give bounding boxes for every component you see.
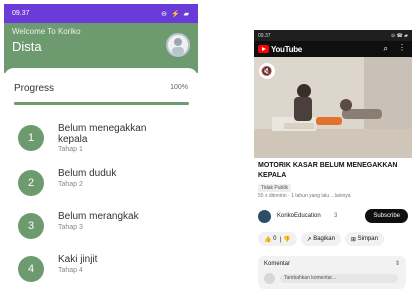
channel-avatar[interactable] bbox=[258, 210, 271, 223]
youtube-screen: 09.37 ⊖ ☎ ▰ YouTube ⌕ ⋮ 🔇 MOTORIK KASAR … bbox=[254, 30, 412, 289]
progress-sheet: Progress 100% 1 Belum menegakkan kepala … bbox=[4, 68, 198, 289]
progress-percent: 100% bbox=[170, 84, 188, 91]
video-title: MOTORIK KASAR BELUM MENEGAKKAN KEPALA bbox=[258, 162, 398, 179]
step-number: 3 bbox=[18, 213, 44, 239]
search-icon[interactable]: ⌕ bbox=[384, 44, 388, 54]
youtube-logo[interactable]: YouTube bbox=[258, 45, 302, 54]
comment-input[interactable]: Tambahkan komentar... bbox=[280, 274, 398, 283]
subscriber-count: 3 bbox=[334, 213, 338, 219]
more-vert-icon[interactable]: ⋮ bbox=[398, 43, 406, 52]
app-header: Welcome To Koriko Dista bbox=[4, 23, 198, 73]
step-item[interactable]: 1 Belum menegakkan kepala Tahap 1 bbox=[18, 123, 193, 159]
status-time: 09.37 bbox=[258, 32, 271, 39]
status-bar: 09.37 ⊖ ⚡ ▰ bbox=[4, 4, 198, 23]
visibility-badge: Tidak Publik bbox=[258, 184, 292, 192]
user-name: Dista bbox=[12, 39, 42, 54]
share-icon: ↗ bbox=[306, 236, 314, 243]
progress-bar bbox=[14, 102, 189, 105]
comments-section[interactable]: Komentar ⇕ Tambahkan komentar... bbox=[258, 256, 406, 289]
save-button[interactable]: ⊞ Simpan bbox=[344, 232, 384, 246]
step-item[interactable]: 3 Belum merangkak Tahap 3 bbox=[18, 211, 193, 247]
thumbs-down-icon[interactable]: | 👎 bbox=[276, 236, 291, 243]
step-subtitle: Tahap 4 bbox=[58, 267, 83, 274]
status-time: 09.37 bbox=[12, 10, 30, 17]
video-meta[interactable]: 55 x ditonton · 1 tahun yang lalu ...lai… bbox=[258, 193, 351, 199]
step-title: Belum duduk bbox=[58, 168, 117, 179]
progress-label: Progress bbox=[14, 83, 55, 94]
step-title: Belum menegakkan kepala bbox=[58, 123, 147, 145]
step-title: Kaki jinjit bbox=[58, 254, 98, 265]
video-frame bbox=[254, 57, 412, 158]
step-item[interactable]: 4 Kaki jinjit Tahap 4 bbox=[18, 254, 193, 289]
share-label: Bagikan bbox=[313, 236, 335, 242]
youtube-wordmark: YouTube bbox=[271, 44, 302, 54]
welcome-text: Welcome To Koriko bbox=[12, 27, 81, 36]
thumbs-up-icon: 👍 bbox=[264, 236, 274, 243]
status-icons: ⊖ ☎ ▰ bbox=[390, 32, 408, 39]
like-button[interactable]: 👍 0 | 👎 bbox=[258, 232, 297, 246]
step-subtitle: Tahap 2 bbox=[58, 181, 83, 188]
user-avatar bbox=[264, 273, 275, 284]
mute-icon[interactable]: 🔇 bbox=[259, 63, 275, 79]
progress-bar-fill bbox=[14, 102, 189, 105]
step-subtitle: Tahap 1 bbox=[58, 146, 83, 153]
koriko-app-screen: 09.37 ⊖ ⚡ ▰ Welcome To Koriko Dista Prog… bbox=[4, 4, 198, 289]
video-actions: 👍 0 | 👎 ↗ Bagikan ⊞ Simpan bbox=[258, 232, 412, 246]
channel-row: KorikoEducation 3 Subscribe bbox=[258, 208, 408, 224]
step-number: 2 bbox=[18, 170, 44, 196]
step-subtitle: Tahap 3 bbox=[58, 224, 83, 231]
save-label: Simpan bbox=[357, 236, 378, 242]
video-player[interactable]: 🔇 bbox=[254, 57, 412, 158]
progress-header: Progress 100% bbox=[14, 83, 188, 97]
expand-icon[interactable]: ⇕ bbox=[395, 260, 400, 267]
step-title: Belum merangkak bbox=[58, 211, 139, 222]
youtube-play-icon bbox=[258, 45, 269, 53]
avatar[interactable] bbox=[166, 33, 190, 57]
save-icon: ⊞ bbox=[350, 236, 358, 243]
status-bar: 09.37 ⊖ ☎ ▰ bbox=[254, 30, 412, 41]
step-number: 4 bbox=[18, 256, 44, 282]
comments-title: Komentar bbox=[264, 261, 291, 267]
avatar-icon bbox=[172, 38, 184, 55]
share-button[interactable]: ↗ Bagikan bbox=[300, 232, 341, 246]
step-item[interactable]: 2 Belum duduk Tahap 2 bbox=[18, 168, 193, 204]
channel-name[interactable]: KorikoEducation bbox=[277, 213, 321, 219]
youtube-topbar: YouTube ⌕ ⋮ bbox=[254, 41, 412, 57]
subscribe-button[interactable]: Subscribe bbox=[365, 209, 408, 223]
step-number: 1 bbox=[18, 125, 44, 151]
status-icons: ⊖ ⚡ ▰ bbox=[161, 10, 190, 18]
